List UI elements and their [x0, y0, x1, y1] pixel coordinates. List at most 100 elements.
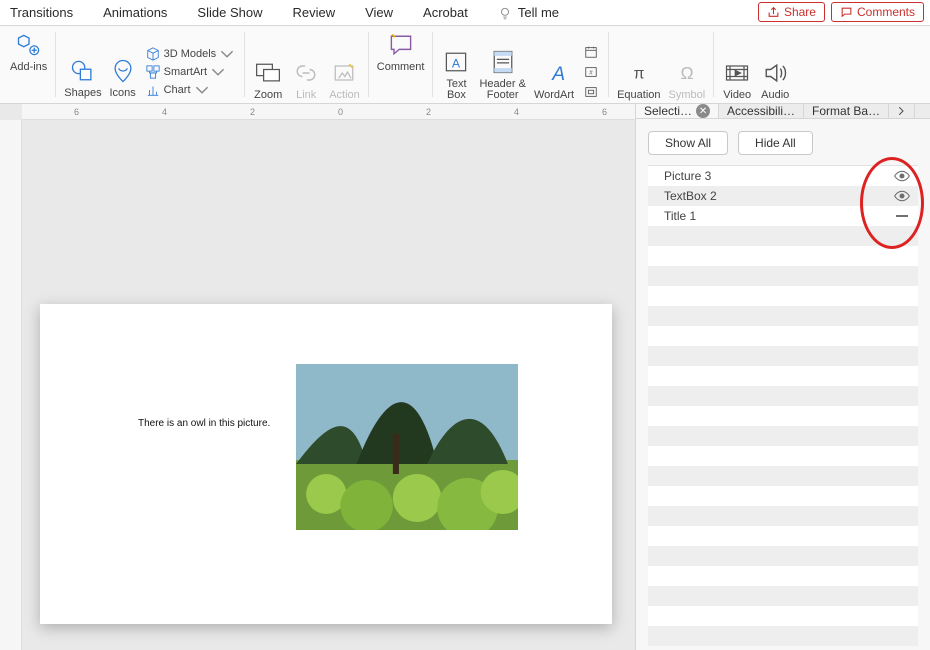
selection-list-row[interactable] [648, 266, 918, 286]
selection-list-row[interactable]: Title 1 [648, 206, 918, 226]
selection-list-row[interactable] [648, 306, 918, 326]
3d-models-button[interactable]: 3D Models [146, 47, 235, 61]
wordart-label: WordArt [534, 90, 574, 101]
tab-transitions[interactable]: Transitions [6, 5, 77, 20]
visibility-eye-icon[interactable] [892, 170, 912, 182]
textbox-button[interactable]: A Text Box [441, 47, 471, 101]
selection-list-row[interactable] [648, 566, 918, 586]
equation-button[interactable]: π Equation [617, 58, 660, 101]
comment-label: Comment [377, 62, 425, 73]
action-icon [330, 59, 358, 87]
smartart-button[interactable]: SmartArt [146, 65, 235, 79]
shapes-icon [69, 57, 97, 85]
symbol-button: Ω Symbol [669, 58, 706, 101]
shapes-button[interactable]: Shapes [64, 56, 101, 99]
chevron-down-icon [195, 83, 209, 97]
3d-models-label: 3D Models [164, 48, 217, 60]
ruler-mark: 4 [162, 107, 167, 117]
svg-text:A: A [551, 64, 565, 85]
show-all-button[interactable]: Show All [648, 131, 728, 155]
tab-slideshow[interactable]: Slide Show [193, 5, 266, 20]
video-label: Video [723, 90, 751, 101]
selection-list-row[interactable] [648, 446, 918, 466]
slidenumber-button[interactable]: # [584, 65, 598, 79]
selection-item-name: Title 1 [664, 209, 696, 223]
addins-button[interactable]: Add-ins [10, 30, 47, 73]
comment-icon [387, 31, 415, 59]
selection-list-row[interactable] [648, 366, 918, 386]
icons-label: Icons [109, 88, 135, 99]
zoom-label: Zoom [254, 90, 282, 101]
headerfooter-label: Header & Footer [479, 79, 525, 101]
selection-list-row[interactable]: TextBox 2 [648, 186, 918, 206]
comments-button[interactable]: Comments [831, 2, 924, 22]
hide-all-button[interactable]: Hide All [738, 131, 813, 155]
selection-list-row[interactable] [648, 386, 918, 406]
selection-pane: Show All Hide All Picture 3 TextBox 2 Titl… [636, 119, 930, 650]
slide-picture[interactable] [296, 364, 518, 530]
audio-button[interactable]: Audio [760, 58, 790, 101]
selection-list-row[interactable] [648, 586, 918, 606]
wordart-button[interactable]: A WordArt [534, 58, 574, 101]
share-label: Share [784, 5, 816, 19]
tab-selection-pane[interactable]: Selecti… ✕ [636, 104, 719, 118]
datetime-button[interactable] [584, 45, 598, 59]
selection-list-row[interactable] [648, 606, 918, 626]
tab-animations[interactable]: Animations [99, 5, 171, 20]
selection-list-row[interactable] [648, 286, 918, 306]
selection-list-row[interactable] [648, 326, 918, 346]
ruler-mark: 2 [426, 107, 431, 117]
selection-list-row[interactable] [648, 246, 918, 266]
selection-list-row[interactable]: Picture 3 [648, 166, 918, 186]
video-icon [723, 59, 751, 87]
slide[interactable]: There is an owl in this picture. [40, 304, 612, 624]
audio-label: Audio [761, 90, 789, 101]
icons-button[interactable]: Icons [108, 56, 138, 99]
video-button[interactable]: Video [722, 58, 752, 101]
tab-accessibility-pane[interactable]: Accessibili… [719, 104, 804, 118]
ruler-mark: 0 [338, 107, 343, 117]
equation-label: Equation [617, 90, 660, 101]
selection-list-row[interactable] [648, 346, 918, 366]
link-icon [292, 59, 320, 87]
horizontal-ruler: 6 4 2 0 2 4 6 [22, 104, 635, 120]
tab-accessibility-label: Accessibili… [727, 104, 795, 118]
headerfooter-button[interactable]: Header & Footer [479, 47, 525, 101]
close-icon[interactable]: ✕ [696, 104, 710, 118]
chart-icon [146, 83, 160, 97]
chevron-right-icon [897, 105, 906, 117]
selection-list-row[interactable] [648, 626, 918, 646]
comments-label: Comments [857, 5, 915, 19]
selection-item-name: Picture 3 [664, 169, 711, 183]
cube-icon [146, 47, 160, 61]
tab-review[interactable]: Review [288, 5, 339, 20]
selection-list-row[interactable] [648, 406, 918, 426]
tab-format-background-pane[interactable]: Format Ba… [804, 104, 889, 118]
symbol-label: Symbol [669, 90, 706, 101]
tab-overflow-button[interactable] [889, 104, 915, 118]
visibility-eye-icon[interactable] [892, 190, 912, 202]
tell-me-label: Tell me [518, 5, 559, 20]
comment-button[interactable]: Comment [377, 30, 425, 73]
selection-list-row[interactable] [648, 546, 918, 566]
slide-textbox[interactable]: There is an owl in this picture. [138, 418, 270, 429]
selection-list-row[interactable] [648, 426, 918, 446]
tell-me-search[interactable]: Tell me [494, 5, 563, 20]
object-button[interactable] [584, 85, 598, 99]
selection-list-row[interactable] [648, 486, 918, 506]
selection-list-row[interactable] [648, 506, 918, 526]
visibility-hidden-icon[interactable] [892, 215, 912, 217]
zoom-button[interactable]: Zoom [253, 58, 283, 101]
ruler-mark: 6 [74, 107, 79, 117]
tab-view[interactable]: View [361, 5, 397, 20]
tab-acrobat[interactable]: Acrobat [419, 5, 472, 20]
share-button[interactable]: Share [758, 2, 825, 22]
datetime-icon [584, 45, 598, 59]
svg-text:Ω: Ω [680, 63, 693, 83]
selection-list-row[interactable] [648, 526, 918, 546]
selection-list-row[interactable] [648, 226, 918, 246]
selection-list-row[interactable] [648, 466, 918, 486]
slide-canvas-area[interactable]: 6 4 2 0 2 4 6 There is an owl in this pi… [0, 104, 636, 650]
shapes-label: Shapes [64, 88, 101, 99]
chart-button[interactable]: Chart [146, 83, 235, 97]
